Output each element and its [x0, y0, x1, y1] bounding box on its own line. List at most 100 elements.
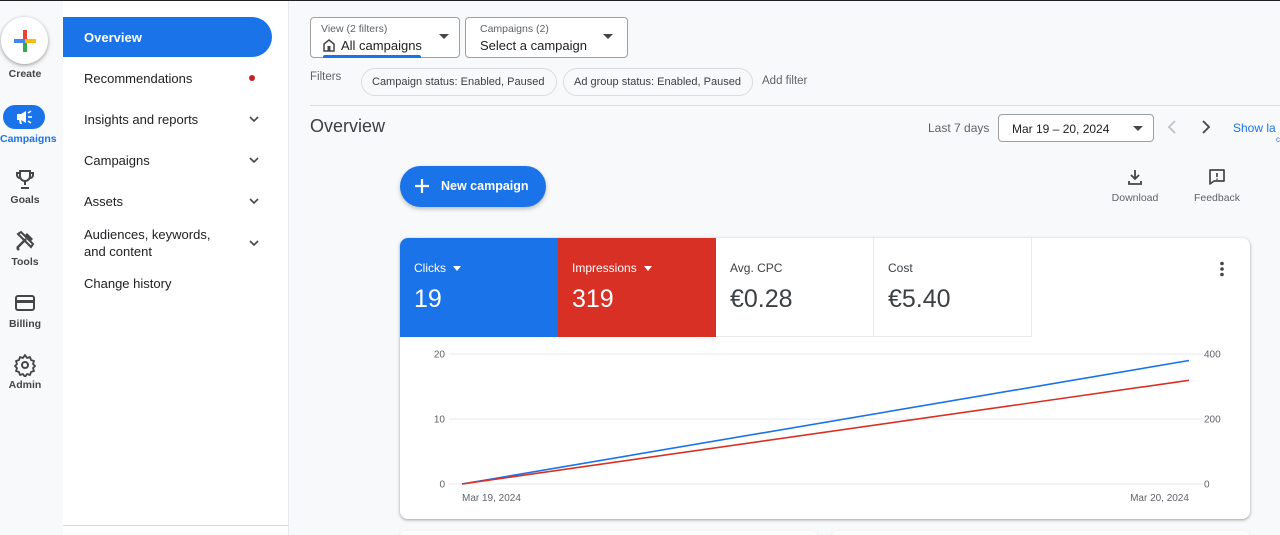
filter-chip-ad-group-status[interactable]: Ad group status: Enabled, Paused	[563, 68, 753, 96]
nav-insights-label: Insights and reports	[84, 111, 199, 127]
nav-insights-and-reports[interactable]: Insights and reports	[63, 99, 272, 139]
x-tick-label: Mar 20, 2024	[1130, 493, 1189, 504]
chevron-down-icon	[249, 157, 259, 164]
caret-down-icon	[453, 265, 461, 271]
header-divider	[310, 105, 1280, 106]
chevron-right-icon[interactable]	[1198, 118, 1214, 136]
download-button[interactable]: Download	[1105, 168, 1165, 204]
new-campaign-label: New campaign	[441, 179, 529, 193]
show-link[interactable]: Show la	[1233, 121, 1276, 135]
dropdown-caret-icon	[439, 34, 449, 39]
metric-cost-label: Cost	[888, 261, 913, 275]
metric-cost[interactable]: Cost €5.40	[874, 238, 1032, 337]
view-dropdown-caption: View (2 filters)	[321, 23, 388, 35]
dropdown-caret-icon	[1133, 126, 1143, 131]
building-icon	[323, 39, 335, 52]
next-card	[400, 531, 818, 535]
page-title: Overview	[310, 116, 386, 136]
tools-icon[interactable]	[13, 229, 37, 253]
add-filter-button[interactable]: Add filter	[762, 75, 807, 87]
nav-rail: Create Campaigns Goals Tools Billing Adm…	[0, 1, 63, 535]
metric-avg-cpc-value: €0.28	[730, 285, 793, 313]
date-range-label: Last 7 days	[928, 121, 990, 135]
campaign-dropdown-value: Select a campaign	[480, 38, 587, 53]
performance-line-chart: 010200200400Mar 19, 2024 Mar 20, 2024	[434, 350, 1221, 505]
filter-chip-label: Ad group status: Enabled, Paused	[574, 76, 741, 88]
notification-dot	[249, 75, 255, 81]
plus-icon	[415, 179, 429, 193]
chevron-left-icon[interactable]	[1164, 118, 1180, 136]
metric-cost-value: €5.40	[888, 285, 951, 313]
metric-clicks-label: Clicks	[414, 261, 446, 275]
filter-chip-label: Campaign status: Enabled, Paused	[372, 76, 545, 88]
metric-clicks-value: 19	[414, 285, 442, 313]
plus-icon	[14, 30, 36, 52]
nav-recommendations-label: Recommendations	[84, 70, 193, 86]
nav-campaigns-label: Campaigns	[84, 152, 150, 168]
y-right-tick-label: 0	[1204, 480, 1210, 491]
metric-clicks-header: Clicks	[414, 261, 461, 275]
overview-card: Clicks 19 Impressions 319 Avg. CPC €0.28…	[400, 238, 1250, 519]
view-dropdown-underline	[323, 55, 421, 58]
chevron-down-icon	[249, 240, 259, 247]
date-range-value: Mar 19 – 20, 2024	[1012, 122, 1110, 136]
metric-impressions-value: 319	[572, 285, 614, 313]
y-right-tick-label: 400	[1204, 350, 1221, 361]
metric-clicks[interactable]: Clicks 19	[400, 238, 558, 337]
nav-audiences-label: Audiences, keywords, and content	[84, 227, 211, 259]
chevron-down-icon	[249, 198, 259, 205]
sidenav-divider	[63, 525, 289, 526]
view-dropdown-value: All campaigns	[341, 38, 422, 53]
filter-chip-campaign-status[interactable]: Campaign status: Enabled, Paused	[361, 68, 557, 96]
more-vert-icon[interactable]	[1217, 261, 1227, 277]
billing-label: Billing	[8, 318, 42, 330]
metric-impressions-label: Impressions	[572, 261, 637, 275]
x-tick-label: Mar 19, 2024	[462, 493, 521, 504]
create-button[interactable]	[1, 17, 48, 64]
y-right-tick-label: 200	[1204, 415, 1221, 426]
side-navigation: Overview Recommendations Insights and re…	[63, 1, 289, 535]
nav-overview-label: Overview	[84, 29, 142, 45]
show-link-continuation[interactable]: c	[1276, 135, 1280, 144]
goals-label: Goals	[10, 194, 40, 206]
nav-overview[interactable]: Overview	[63, 17, 272, 57]
dropdown-caret-icon	[603, 34, 613, 39]
campaigns-rail-button[interactable]	[3, 105, 45, 129]
series-line-clicks	[461, 359, 1190, 485]
download-icon	[1128, 170, 1142, 185]
metric-impressions[interactable]: Impressions 319	[558, 238, 716, 337]
campaigns-label: Campaigns	[0, 133, 57, 145]
metric-avg-cpc[interactable]: Avg. CPC €0.28	[716, 238, 874, 337]
nav-change-history[interactable]: Change history	[63, 263, 272, 303]
download-label: Download	[1111, 192, 1159, 204]
credit-card-icon[interactable]	[13, 291, 37, 315]
feedback-label: Feedback	[1193, 192, 1241, 204]
date-range-dropdown[interactable]: Mar 19 – 20, 2024	[998, 114, 1154, 142]
megaphone-icon	[17, 110, 32, 124]
nav-recommendations[interactable]: Recommendations	[63, 58, 272, 98]
y-left-tick-label: 20	[434, 350, 446, 361]
metric-avg-cpc-label: Avg. CPC	[730, 261, 783, 275]
view-dropdown[interactable]: View (2 filters) All campaigns	[310, 17, 460, 58]
nav-change-history-label: Change history	[84, 275, 172, 291]
feedback-button[interactable]: Feedback	[1187, 168, 1247, 204]
feedback-icon	[1209, 169, 1225, 185]
series-line-impressions	[461, 379, 1190, 485]
next-card	[832, 531, 1250, 535]
new-campaign-button[interactable]: New campaign	[400, 166, 546, 207]
nav-audiences-keywords-content[interactable]: Audiences, keywords, and content	[63, 221, 272, 265]
trophy-icon[interactable]	[13, 168, 37, 192]
metric-impressions-header: Impressions	[572, 261, 652, 275]
tools-label: Tools	[11, 256, 39, 268]
nav-assets[interactable]: Assets	[63, 181, 272, 221]
y-left-tick-label: 0	[439, 480, 445, 491]
caret-down-icon	[643, 265, 652, 271]
nav-campaigns[interactable]: Campaigns	[63, 140, 272, 180]
create-label: Create	[8, 68, 42, 80]
gear-icon[interactable]	[13, 353, 37, 377]
campaign-dropdown[interactable]: Campaigns (2) Select a campaign	[465, 17, 628, 58]
campaign-dropdown-caption: Campaigns (2)	[480, 23, 549, 35]
admin-label: Admin	[8, 379, 42, 391]
chevron-down-icon	[249, 116, 259, 123]
nav-assets-label: Assets	[84, 193, 124, 209]
